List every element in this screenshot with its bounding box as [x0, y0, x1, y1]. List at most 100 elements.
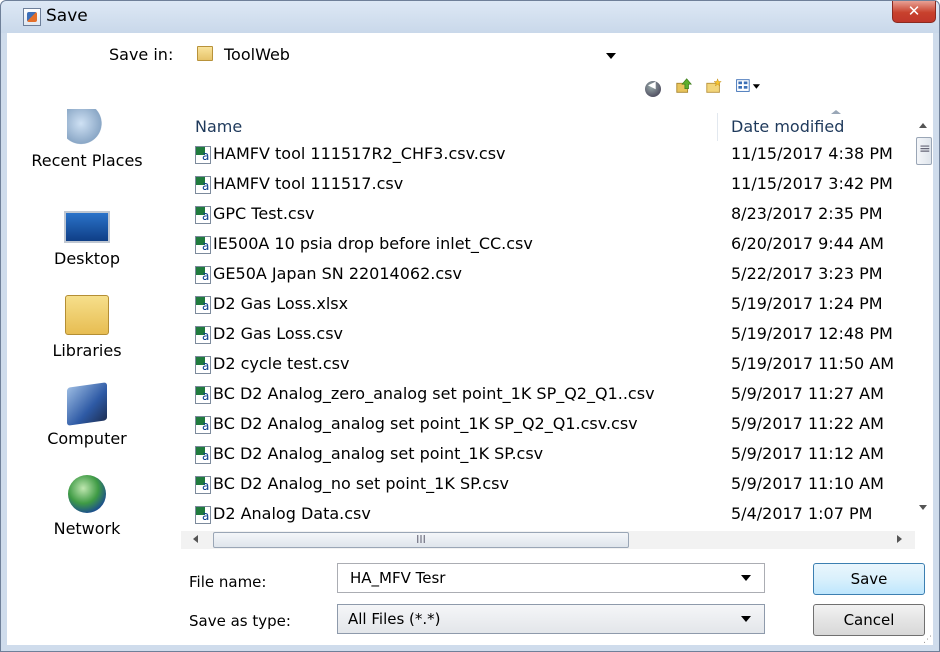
file-name-cell: D2 cycle test.csv: [213, 354, 350, 373]
save-as-type-dropdown[interactable]: All Files (*.*): [337, 604, 765, 634]
scroll-right-arrow-icon[interactable]: [897, 535, 902, 543]
file-date-cell: 11/15/2017 4:38 PM: [731, 144, 893, 163]
places-desktop[interactable]: Desktop: [7, 205, 167, 268]
places-network[interactable]: Network: [7, 475, 167, 538]
computer-icon: [67, 382, 107, 426]
file-row[interactable]: HAMFV tool 111517R2_CHF3.csv.csv 11/15/2…: [181, 141, 905, 169]
file-row[interactable]: BC D2 Analog_zero_analog set point_1K SP…: [181, 381, 905, 409]
save-button[interactable]: Save: [813, 563, 925, 595]
file-date-cell: 5/19/2017 12:48 PM: [731, 324, 893, 343]
spreadsheet-file-icon: [195, 296, 211, 314]
file-name-cell: BC D2 Analog_no set point_1K SP.csv: [213, 474, 509, 493]
file-date-cell: 8/23/2017 2:35 PM: [731, 204, 883, 223]
horizontal-scroll-thumb[interactable]: III: [213, 532, 629, 548]
file-date-cell: 5/9/2017 11:27 AM: [731, 384, 884, 403]
window-title: Save: [46, 6, 88, 26]
file-name-cell: D2 Gas Loss.xlsx: [213, 294, 349, 313]
file-row[interactable]: D2 Gas Loss.csv 5/19/2017 12:48 PM: [181, 321, 905, 349]
save-in-label: Save in:: [109, 45, 174, 64]
new-folder-icon[interactable]: [705, 77, 723, 95]
libraries-icon: [65, 295, 109, 335]
save-in-value: ToolWeb: [224, 45, 290, 64]
resize-grip-icon[interactable]: ⋰: [923, 635, 932, 645]
file-name-cell: HAMFV tool 111517R2_CHF3.csv.csv: [213, 144, 506, 163]
spreadsheet-file-icon: [195, 446, 211, 464]
title-bar[interactable]: Save ✕: [1, 1, 939, 33]
spreadsheet-file-icon: [195, 506, 211, 524]
spreadsheet-file-icon: [195, 146, 211, 164]
file-date-cell: 11/15/2017 3:42 PM: [731, 174, 893, 193]
place-label: Computer: [47, 429, 127, 448]
network-icon: [68, 475, 106, 513]
spreadsheet-file-icon: [195, 176, 211, 194]
file-name-cell: BC D2 Analog_analog set point_1K SP.csv: [213, 444, 544, 463]
spreadsheet-file-icon: [195, 386, 211, 404]
spreadsheet-file-icon: [195, 206, 211, 224]
file-list-header: Name Date modified: [181, 110, 915, 141]
file-row[interactable]: D2 cycle test.csv 5/19/2017 11:50 AM: [181, 351, 905, 379]
place-label: Desktop: [54, 249, 120, 268]
folder-icon: [197, 46, 213, 61]
spreadsheet-file-icon: [195, 266, 211, 284]
file-date-cell: 5/19/2017 11:50 AM: [731, 354, 895, 373]
spreadsheet-file-icon: [195, 476, 211, 494]
places-libraries[interactable]: Libraries: [7, 295, 167, 360]
column-header-date-modified[interactable]: Date modified: [731, 117, 844, 136]
scroll-up-arrow-icon[interactable]: [919, 123, 927, 128]
file-date-cell: 5/19/2017 1:24 PM: [731, 294, 883, 313]
sort-caret-icon: [831, 110, 841, 114]
file-row[interactable]: GPC Test.csv 8/23/2017 2:35 PM: [181, 201, 905, 229]
spreadsheet-file-icon: [195, 326, 211, 344]
file-row[interactable]: HAMFV tool 111517.csv 11/15/2017 3:42 PM: [181, 171, 905, 199]
file-name-cell: GPC Test.csv: [213, 204, 315, 223]
vertical-scrollbar[interactable]: [915, 113, 933, 531]
scroll-down-arrow-icon[interactable]: [919, 505, 927, 510]
file-row[interactable]: BC D2 Analog_no set point_1K SP.csv 5/9/…: [181, 471, 905, 499]
horizontal-scrollbar[interactable]: III: [181, 531, 915, 549]
dialog-content: Save in: ToolWeb Recent Places: [7, 33, 933, 645]
vertical-scroll-thumb[interactable]: [916, 137, 932, 165]
java-cup-icon: [23, 8, 41, 26]
place-label: Network: [53, 519, 121, 538]
save-in-dropdown[interactable]: ToolWeb: [181, 40, 633, 69]
cancel-button[interactable]: Cancel: [813, 604, 925, 636]
chevron-down-icon[interactable]: [741, 616, 751, 622]
file-row[interactable]: D2 Analog Data.csv 5/4/2017 1:07 PM: [181, 501, 905, 529]
save-as-type-label: Save as type:: [189, 612, 291, 630]
file-name-cell: BC D2 Analog_zero_analog set point_1K SP…: [213, 384, 655, 403]
file-name-field[interactable]: HA_MFV Tesr: [337, 563, 765, 593]
file-name-cell: IE500A 10 psia drop before inlet_CC.csv: [213, 234, 533, 253]
file-name-cell: D2 Analog Data.csv: [213, 504, 371, 523]
file-row[interactable]: BC D2 Analog_analog set point_1K SP_Q2_Q…: [181, 411, 905, 439]
file-row[interactable]: GE50A Japan SN 22014062.csv 5/22/2017 3:…: [181, 261, 905, 289]
chevron-down-icon[interactable]: [741, 575, 751, 581]
file-date-cell: 5/4/2017 1:07 PM: [731, 504, 873, 523]
file-date-cell: 5/22/2017 3:23 PM: [731, 264, 883, 283]
spreadsheet-file-icon: [195, 416, 211, 434]
file-name-cell: BC D2 Analog_analog set point_1K SP_Q2_Q…: [213, 414, 638, 433]
chevron-down-icon[interactable]: [606, 53, 616, 59]
scroll-left-arrow-icon[interactable]: [193, 535, 198, 543]
column-header-name[interactable]: Name: [195, 117, 242, 136]
file-row[interactable]: D2 Gas Loss.xlsx 5/19/2017 1:24 PM: [181, 291, 905, 319]
file-name-cell: HAMFV tool 111517.csv: [213, 174, 404, 193]
recent-places-icon: [67, 109, 107, 145]
spreadsheet-file-icon: [195, 236, 211, 254]
file-name-cell: D2 Gas Loss.csv: [213, 324, 343, 343]
file-name-cell: GE50A Japan SN 22014062.csv: [213, 264, 462, 283]
column-divider[interactable]: [717, 113, 718, 141]
spreadsheet-file-icon: [195, 356, 211, 374]
close-button[interactable]: ✕: [892, 1, 936, 23]
file-date-cell: 5/9/2017 11:10 AM: [731, 474, 884, 493]
file-row[interactable]: IE500A 10 psia drop before inlet_CC.csv …: [181, 231, 905, 259]
up-folder-icon[interactable]: [675, 77, 693, 95]
file-date-cell: 6/20/2017 9:44 AM: [731, 234, 884, 253]
back-icon[interactable]: [645, 80, 661, 97]
places-computer[interactable]: Computer: [7, 382, 167, 448]
places-recent-places[interactable]: Recent Places: [7, 109, 167, 170]
file-list[interactable]: HAMFV tool 111517R2_CHF3.csv.csv 11/15/2…: [181, 141, 905, 531]
file-date-cell: 5/9/2017 11:12 AM: [731, 444, 884, 463]
view-menu-icon[interactable]: [735, 77, 767, 95]
file-name-label: File name:: [189, 573, 267, 591]
file-row[interactable]: BC D2 Analog_analog set point_1K SP.csv …: [181, 441, 905, 469]
